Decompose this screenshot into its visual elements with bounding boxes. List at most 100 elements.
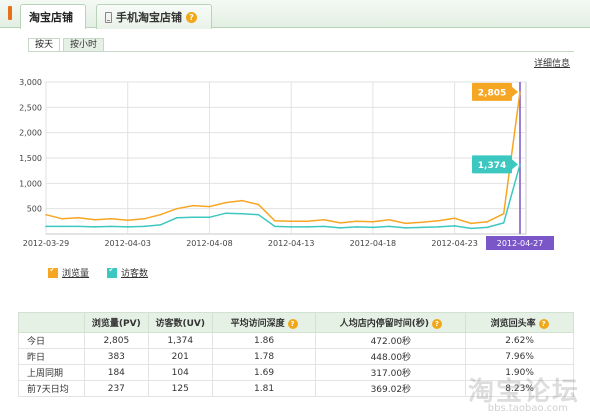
data-point: [323, 225, 325, 228]
help-icon[interactable]: ?: [538, 318, 549, 329]
data-point: [453, 225, 456, 227]
data-point: [502, 222, 505, 224]
cell-uv: 201: [147, 348, 213, 365]
legend-uv[interactable]: 访客数: [107, 265, 148, 279]
data-point: [192, 216, 194, 219]
cell-return-rate: 2.62%: [465, 332, 574, 349]
section-marker: [8, 6, 12, 20]
tab-by-hour[interactable]: 按小时: [63, 38, 105, 52]
data-point: [519, 91, 521, 93]
data-point: [274, 225, 276, 228]
checkbox-icon[interactable]: [48, 265, 58, 278]
data-point: [143, 225, 145, 228]
cell-pv: 2,805: [83, 332, 149, 349]
data-point: [290, 226, 292, 228]
data-point: [61, 218, 64, 220]
tab-mobile-taobao-shop-label: 手机淘宝店铺: [116, 11, 182, 24]
data-point: [486, 221, 489, 223]
top-tab-bar: 淘宝店铺 手机淘宝店铺 ?: [0, 0, 590, 29]
y-tick-label: 500: [27, 205, 42, 214]
data-point: [61, 225, 64, 228]
header-avg-depth: 平均访问深度?: [211, 312, 317, 333]
data-point: [437, 220, 440, 222]
tab-by-day[interactable]: 按天: [28, 38, 61, 52]
legend-pv-label: 浏览量: [62, 269, 90, 279]
y-tick-label: 1,500: [19, 154, 42, 163]
help-icon[interactable]: ?: [431, 318, 442, 329]
cell-avg-stay: 317.00秒: [315, 364, 467, 381]
header-pv-label: 浏览量(PV): [91, 319, 141, 329]
y-tick-label: 1,000: [19, 179, 42, 188]
x-tick-label: 2012-04-03: [104, 239, 151, 248]
traffic-line-chart: 3,000 2,500 2,000 1,500 1,000 500 2012-03-29 20…: [19, 78, 554, 250]
time-granularity-tabs: 按天 按小时: [28, 38, 107, 52]
data-point: [77, 225, 80, 228]
x-tick-label: 2012-04-23: [431, 239, 478, 248]
data-point: [175, 207, 178, 210]
data-point: [224, 201, 227, 204]
tab-mobile-taobao-shop[interactable]: 手机淘宝店铺 ?: [96, 4, 212, 29]
cell-pv: 383: [83, 348, 149, 365]
data-point: [241, 199, 243, 202]
data-point: [470, 227, 472, 230]
row-label: 今日: [18, 332, 85, 349]
data-point: [306, 220, 309, 223]
data-point: [404, 227, 407, 229]
data-point: [45, 225, 47, 228]
table-header-row: 浏览量(PV) 访客数(UV) 平均访问深度? 人均店内停留时间(秒)? 浏览回…: [18, 312, 574, 333]
data-point: [110, 218, 113, 220]
data-point: [453, 217, 456, 220]
data-point: [224, 212, 227, 215]
data-point: [437, 226, 440, 228]
data-point: [486, 226, 489, 229]
data-point: [339, 222, 342, 224]
checkbox-icon[interactable]: [107, 265, 118, 278]
data-point: [388, 225, 391, 228]
cell-avg-stay: 472.00秒: [315, 332, 467, 349]
table-row: 昨日 383 201 1.78 448.00秒 7.96%: [18, 348, 574, 365]
cell-uv: 104: [147, 364, 213, 381]
watermark-url: bbs.taobao.com: [487, 403, 568, 414]
data-point: [372, 221, 374, 223]
header-uv: 访客数(UV): [147, 312, 213, 333]
data-point: [306, 226, 309, 228]
data-point: [421, 221, 423, 224]
data-point: [241, 212, 243, 215]
data-point: [274, 220, 276, 222]
phone-icon: [105, 11, 112, 23]
data-point: [257, 213, 260, 216]
data-point: [94, 226, 96, 228]
header-blank: [18, 312, 85, 333]
x-tick-label: 2012-03-29: [23, 239, 70, 248]
header-uv-label: 访客数(UV): [155, 319, 205, 329]
data-point: [372, 226, 374, 229]
data-point: [404, 222, 407, 225]
cell-avg-depth: 1.69: [211, 364, 317, 381]
data-point: [470, 222, 472, 225]
cell-uv: 125: [147, 380, 213, 397]
data-point: [175, 216, 178, 219]
data-point: [257, 203, 260, 206]
data-point: [502, 212, 505, 215]
data-point: [126, 219, 129, 222]
data-point: [339, 227, 342, 229]
table-row: 今日 2,805 1,374 1.86 472.00秒 2.62%: [18, 332, 574, 349]
data-point: [143, 218, 145, 220]
tab-taobao-shop[interactable]: 淘宝店铺: [20, 4, 86, 29]
cell-avg-stay: 448.00秒: [315, 348, 467, 365]
legend-pv[interactable]: 浏览量: [48, 265, 90, 279]
cell-avg-depth: 1.81: [211, 380, 317, 397]
cell-uv: 1,374: [147, 332, 213, 349]
cell-avg-depth: 1.86: [211, 332, 317, 349]
help-icon[interactable]: ?: [186, 11, 197, 23]
data-point: [45, 213, 47, 216]
cell-avg-depth: 1.78: [211, 348, 317, 365]
data-point: [208, 205, 211, 208]
detail-info-link[interactable]: 详细信息: [534, 56, 570, 69]
cell-pv: 184: [83, 364, 149, 381]
help-icon[interactable]: ?: [287, 318, 298, 329]
x-tick-label: 2012-04-18: [350, 239, 397, 248]
row-label: 前7天日均: [18, 380, 85, 397]
y-tick-label: 2,500: [19, 103, 42, 112]
row-label: 昨日: [18, 348, 85, 365]
